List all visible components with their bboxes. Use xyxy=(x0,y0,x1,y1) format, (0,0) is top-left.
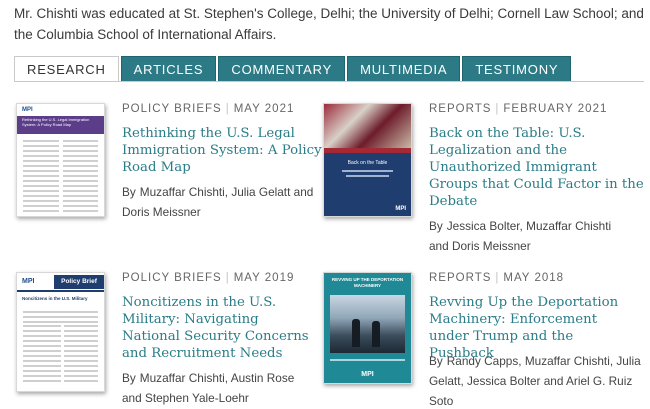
mpi-logo: MPI xyxy=(395,206,406,212)
publication-date: FEBRUARY 2021 xyxy=(503,103,608,115)
publication-authors: By Muzaffar Chishti, Austin Rose and Step… xyxy=(122,371,295,405)
mpi-logo: MPI xyxy=(361,371,374,378)
cover-title: Back on the Table xyxy=(347,160,388,166)
cover-title: Noncitizens in the U.S. Military xyxy=(22,296,88,301)
publication-date: MAY 2021 xyxy=(233,103,295,115)
publication-type: REPORTS xyxy=(429,103,492,115)
mpi-logo: MPI xyxy=(22,278,35,285)
publication-authors: By Jessica Bolter, Muzaffar Chishti and D… xyxy=(429,219,612,253)
cover-title: Rethinking the U.S. Legal Immigration Sy… xyxy=(22,117,90,127)
publication-title[interactable]: Noncitizens in the U.S. Military: Naviga… xyxy=(122,294,317,362)
cover-photo xyxy=(324,104,411,148)
publication-card: Back on the Table MPI REPORTS | FEBRUARY 2… xyxy=(323,103,644,253)
publication-title[interactable]: Rethinking the U.S. Legal Immigration Sy… xyxy=(122,125,322,176)
tab-multimedia[interactable]: MULTIMEDIA xyxy=(347,56,461,82)
publication-card: REVVING UP THE DEPORTATION MACHINERY MPI… xyxy=(323,272,641,408)
publication-authors: By Randy Capps, Muzaffar Chishti, Julia G… xyxy=(429,354,641,408)
cover-thumbnail[interactable]: MPI Rethinking the U.S. Legal Immigratio… xyxy=(16,103,105,217)
bio-text: Mr. Chishti was educated at St. Stephen'… xyxy=(14,6,644,42)
cover-thumbnail[interactable]: REVVING UP THE DEPORTATION MACHINERY MPI xyxy=(323,272,412,384)
cover-thumbnail[interactable]: Back on the Table MPI xyxy=(323,103,412,217)
publication-type: POLICY BRIEFS xyxy=(122,272,222,284)
publication-card: MPI Policy Brief Noncitizens in the U.S.… xyxy=(16,272,326,405)
cover-stripe xyxy=(324,148,411,153)
publication-card: MPI Rethinking the U.S. Legal Immigratio… xyxy=(16,103,326,223)
publication-meta: REPORTS | FEBRUARY 2021 xyxy=(429,103,608,115)
mpi-logo: MPI xyxy=(22,107,33,113)
cover-title: REVVING UP THE DEPORTATION MACHINERY xyxy=(331,277,404,288)
policy-brief-badge: Policy Brief xyxy=(54,275,104,289)
cover-photo xyxy=(330,295,405,353)
publication-date: MAY 2018 xyxy=(503,272,565,284)
content-tabs: RESEARCH ARTICLES COMMENTARY MULTIMEDIA … xyxy=(14,56,573,82)
publication-authors: By Muzaffar Chishti, Julia Gelatt and Dor… xyxy=(122,185,314,219)
tab-divider xyxy=(14,81,644,82)
tab-research[interactable]: RESEARCH xyxy=(14,56,119,82)
publication-type: POLICY BRIEFS xyxy=(122,103,222,115)
publication-meta: POLICY BRIEFS | MAY 2021 xyxy=(122,103,295,115)
tab-testimony[interactable]: TESTIMONY xyxy=(462,56,572,82)
publication-type: REPORTS xyxy=(429,272,492,284)
publication-title[interactable]: Back on the Table: U.S. Legalization and… xyxy=(429,125,644,210)
publication-date: MAY 2019 xyxy=(233,272,295,284)
tab-articles[interactable]: ARTICLES xyxy=(120,56,217,82)
publication-meta: POLICY BRIEFS | MAY 2019 xyxy=(122,272,295,284)
tab-commentary[interactable]: COMMENTARY xyxy=(218,56,346,82)
publication-meta: REPORTS | MAY 2018 xyxy=(429,272,565,284)
cover-thumbnail[interactable]: MPI Policy Brief Noncitizens in the U.S.… xyxy=(16,272,105,392)
